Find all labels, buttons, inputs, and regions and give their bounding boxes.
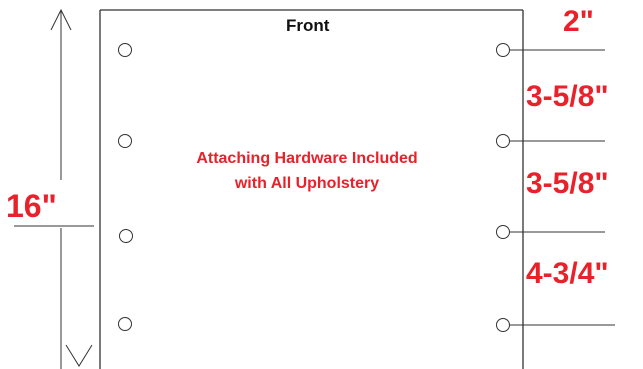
front-label: Front <box>286 16 330 35</box>
hole-left-4 <box>118 317 132 331</box>
hole-right-4 <box>496 318 510 332</box>
spacing-label-2: 3-5/8" <box>526 167 609 200</box>
hole-right-1 <box>496 43 510 57</box>
spacing-label-3: 4-3/4" <box>526 257 609 290</box>
total-height-label: 16" <box>6 188 57 224</box>
height-arrowhead-down <box>65 344 93 367</box>
spacing-label-1: 3-5/8" <box>526 80 609 113</box>
hole-right-2 <box>496 134 510 148</box>
hardware-note: Attaching Hardware Included with All Uph… <box>196 150 418 192</box>
hole-left-2 <box>118 134 132 148</box>
hole-right-3 <box>496 225 510 239</box>
top-offset-label: 2" <box>563 5 594 38</box>
hole-left-1 <box>118 43 132 57</box>
hole-left-3 <box>119 229 133 243</box>
